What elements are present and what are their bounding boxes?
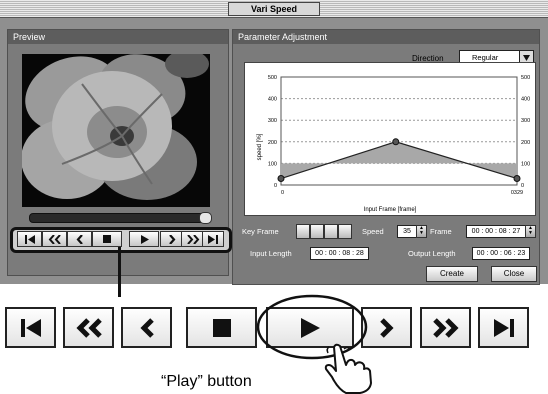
step-forward-icon	[379, 317, 394, 338]
big-fast-forward-button[interactable]	[420, 307, 471, 348]
speed-graph[interactable]: 500 500 400 400 300 300 200 200 100 100 0 0 0 0329 sp…	[244, 62, 536, 216]
keyframe-label: Key Frame	[242, 227, 279, 236]
output-length-field: 00 : 00 : 06 : 23	[472, 247, 530, 260]
y-tick-label: 200	[521, 140, 530, 146]
big-step-back-button[interactable]	[121, 307, 172, 348]
stop-icon	[212, 318, 231, 337]
x-tick-label: 0	[281, 190, 284, 196]
y-tick-label: 300	[521, 118, 530, 124]
step-back-button[interactable]	[67, 231, 92, 247]
input-length-label: Input Length	[250, 249, 292, 258]
keyframe-point[interactable]	[513, 175, 521, 183]
callout-line	[118, 247, 121, 297]
frame-label: Frame	[430, 227, 452, 236]
keyframe-add-button[interactable]	[296, 224, 310, 239]
speed-chart: 500 500400 400300 300200 200100 1000 00 0329 sp…	[257, 75, 530, 213]
input-length-field: 00 : 00 : 08 : 28	[310, 247, 369, 260]
window-title: Vari Speed	[228, 2, 320, 16]
play-button[interactable]	[129, 231, 159, 247]
skip-to-start-icon	[20, 318, 41, 337]
skip-to-end-icon	[208, 234, 218, 244]
y-tick-label: 400	[521, 97, 530, 103]
y-tick-label: 100	[268, 161, 277, 167]
y-tick-label: 400	[268, 97, 277, 103]
flower-image	[22, 54, 210, 207]
parameter-header: Parameter Adjustment	[233, 30, 539, 44]
stop-button[interactable]	[92, 231, 122, 247]
keyframe-delete-button[interactable]	[338, 224, 352, 239]
pointing-hand-icon	[324, 343, 372, 394]
output-length-label: Output Length	[408, 249, 456, 258]
go-to-start-button[interactable]	[17, 231, 42, 247]
x-axis-label: Input Frame [frame]	[364, 207, 417, 213]
plot-frame	[280, 76, 518, 186]
y-tick-label: 100	[521, 161, 530, 167]
speed-area	[281, 141, 517, 179]
scrubber-knob[interactable]	[199, 212, 212, 224]
x-tick-label: 0329	[511, 190, 523, 196]
keyframe-point[interactable]	[392, 138, 400, 146]
y-axis-label: speed [%]	[257, 133, 263, 160]
play-button-caption: “Play” button	[161, 373, 252, 390]
keyframe-prev-button[interactable]	[310, 224, 324, 239]
keyframe-next-button[interactable]	[324, 224, 338, 239]
big-go-to-start-button[interactable]	[5, 307, 56, 348]
preview-header: Preview	[8, 30, 228, 44]
big-stop-button[interactable]	[186, 307, 257, 348]
close-button[interactable]: Close	[491, 266, 537, 282]
step-back-icon	[76, 234, 83, 244]
rewind-button[interactable]	[42, 231, 67, 247]
frame-field[interactable]: 00 : 00 : 08 : 27	[466, 225, 526, 238]
skip-to-start-icon	[24, 234, 35, 244]
step-back-icon	[139, 317, 154, 338]
speed-label: Speed	[362, 227, 384, 236]
step-forward-icon	[169, 234, 176, 244]
skip-to-end-icon	[493, 318, 514, 337]
fast-rewind-icon	[75, 317, 102, 338]
y-tick-label: 500	[268, 75, 277, 81]
big-rewind-button[interactable]	[63, 307, 114, 348]
frame-stepper[interactable]: ▲ ▼	[525, 225, 536, 238]
play-icon	[140, 234, 149, 244]
fast-forward-icon	[432, 317, 459, 338]
y-tick-label: 0	[274, 183, 277, 189]
big-go-to-end-button[interactable]	[478, 307, 529, 348]
y-tick-label: 200	[268, 140, 277, 146]
go-to-end-button[interactable]	[202, 231, 224, 247]
playback-scrubber[interactable]	[29, 213, 207, 223]
y-tick-label: 500	[521, 75, 530, 81]
y-tick-label: 300	[268, 118, 277, 124]
stop-icon	[103, 235, 111, 243]
speed-stepper[interactable]: ▲ ▼	[416, 225, 427, 238]
y-tick-label: 0	[521, 183, 524, 189]
create-button[interactable]: Create	[426, 266, 478, 282]
fast-forward-icon	[187, 234, 200, 244]
keyframe-point[interactable]	[277, 175, 285, 183]
preview-video	[22, 54, 210, 207]
fast-rewind-icon	[48, 234, 61, 244]
speed-field[interactable]: 35	[397, 225, 417, 238]
